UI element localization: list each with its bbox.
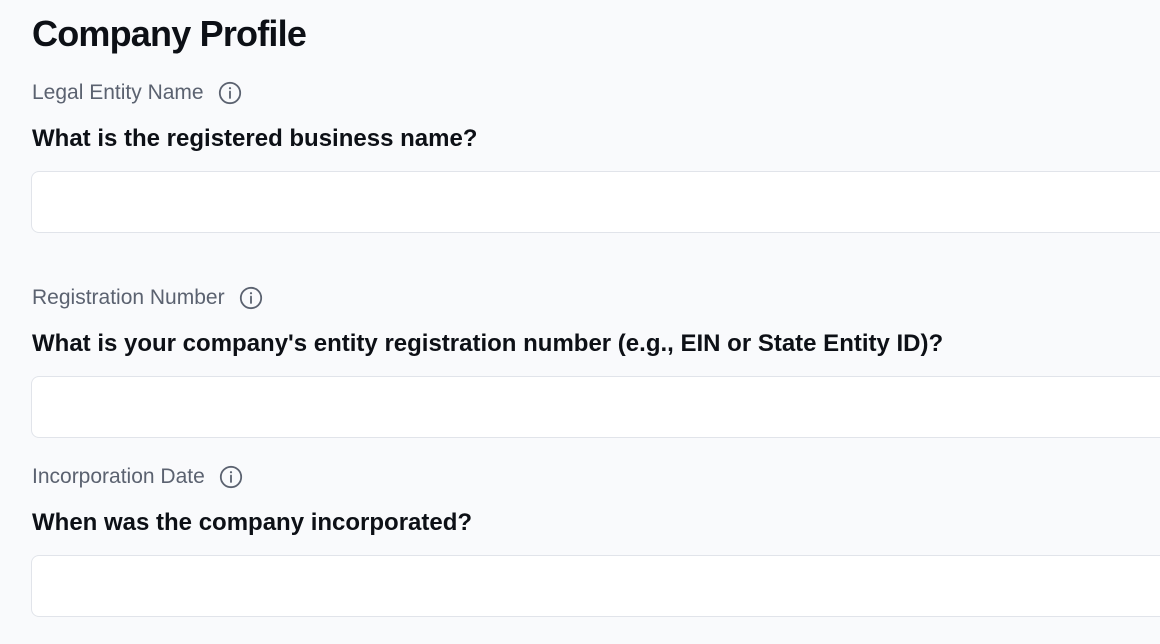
registration-number-input[interactable] xyxy=(31,376,1160,438)
registration-number-label: Registration Number xyxy=(32,286,225,309)
info-icon[interactable] xyxy=(219,465,243,489)
incorporation-date-label-row: Incorporation Date xyxy=(32,464,243,490)
incorporation-date-label: Incorporation Date xyxy=(32,465,205,488)
incorporation-date-input[interactable] xyxy=(31,555,1160,617)
legal-entity-name-label-row: Legal Entity Name xyxy=(32,80,242,106)
registration-number-question: What is your company's entity registrati… xyxy=(32,330,944,357)
legal-entity-name-input[interactable] xyxy=(31,171,1160,233)
info-icon[interactable] xyxy=(239,286,263,310)
legal-entity-name-label: Legal Entity Name xyxy=(32,81,204,104)
page-title: Company Profile xyxy=(32,13,307,54)
incorporation-date-question: When was the company incorporated? xyxy=(32,509,473,536)
registration-number-label-row: Registration Number xyxy=(32,285,263,311)
legal-entity-name-question: What is the registered business name? xyxy=(32,125,478,152)
info-icon[interactable] xyxy=(218,81,242,105)
